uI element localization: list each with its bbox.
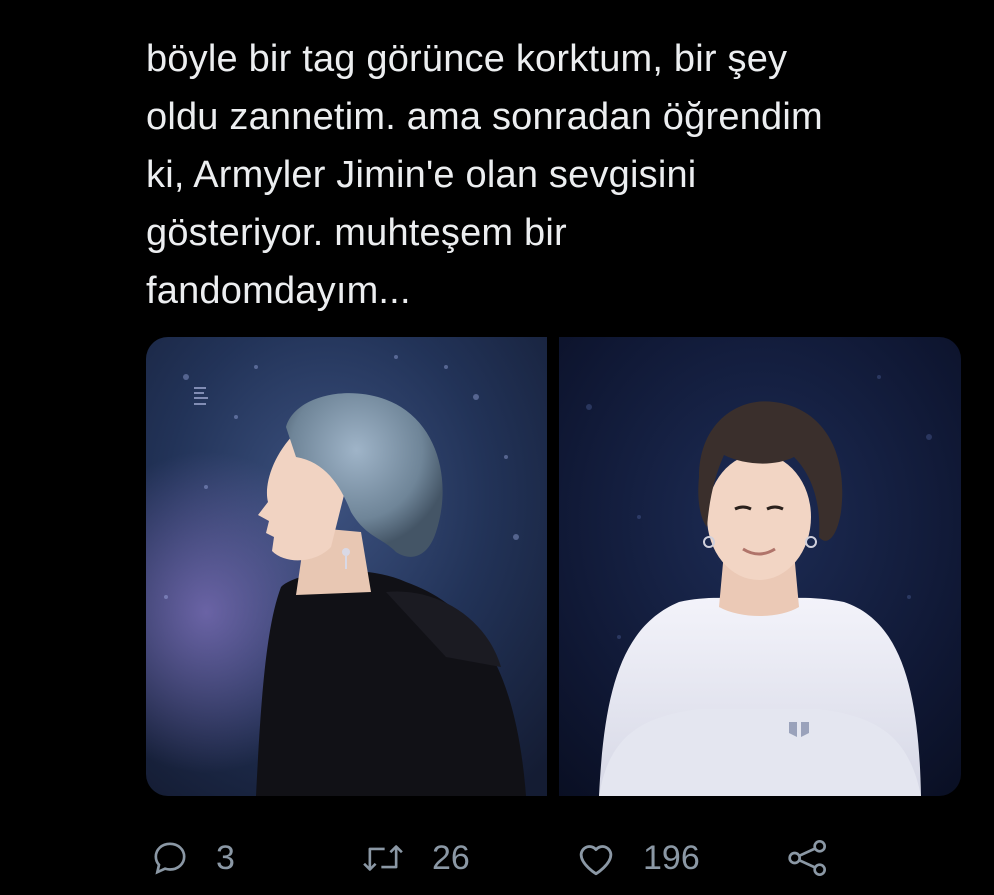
tweet-text: böyle bir tag görünce korktum, bir şey o… [146,30,946,320]
tweet-text-line: gösteriyor. muhteşem bir [146,212,567,254]
reply-button[interactable]: 3 [150,836,235,880]
like-button[interactable]: 196 [575,836,700,880]
retweet-button[interactable]: 26 [360,836,470,880]
heart-icon [575,838,617,878]
share-icon [786,838,830,878]
share-button[interactable] [786,836,830,880]
photo-left-illustration [146,337,547,796]
reply-icon [150,838,190,878]
photo-profile-grey-hair-black-hoodie[interactable] [146,337,547,796]
tweet-text-line: oldu zannetim. ama sonradan öğrendim [146,96,823,138]
tweet: böyle bir tag görünce korktum, bir şey o… [0,0,994,895]
retweet-count: 26 [432,839,470,877]
photo-right-illustration [559,337,961,796]
tweet-text-line: fandomdayım... [146,270,411,312]
like-count: 196 [643,839,700,877]
tweet-text-line: böyle bir tag görünce korktum, bir şey [146,38,788,80]
tweet-text-line: ki, Armyler Jimin'e olan sevgisini [146,154,697,196]
tweet-media-grid [146,337,961,796]
tweet-action-bar: 3 26 196 [150,836,850,880]
photo-smiling-white-sweatshirt[interactable] [559,337,961,796]
retweet-icon [360,838,406,878]
reply-count: 3 [216,839,235,877]
